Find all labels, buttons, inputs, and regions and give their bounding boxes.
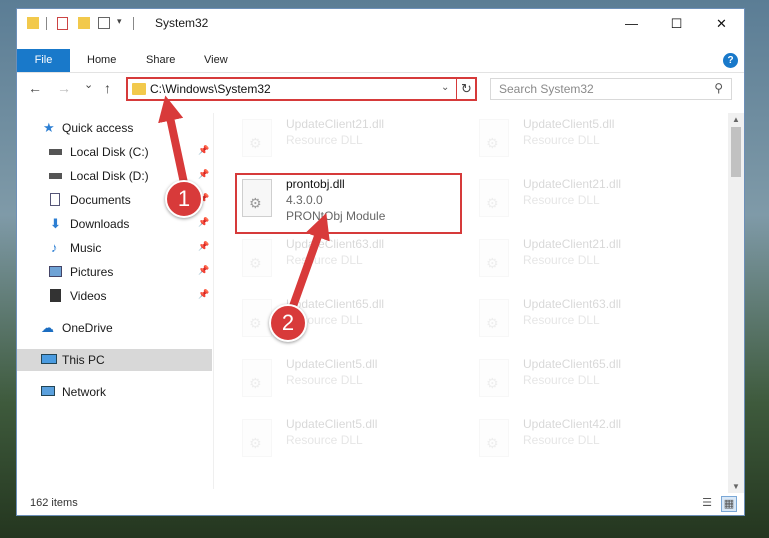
step-1-badge: 1 [165, 180, 203, 218]
arrow-to-address-bar [158, 95, 188, 184]
step-2-badge: 2 [269, 304, 307, 342]
arrow-to-file [288, 212, 330, 311]
annotation-arrows [158, 95, 330, 311]
